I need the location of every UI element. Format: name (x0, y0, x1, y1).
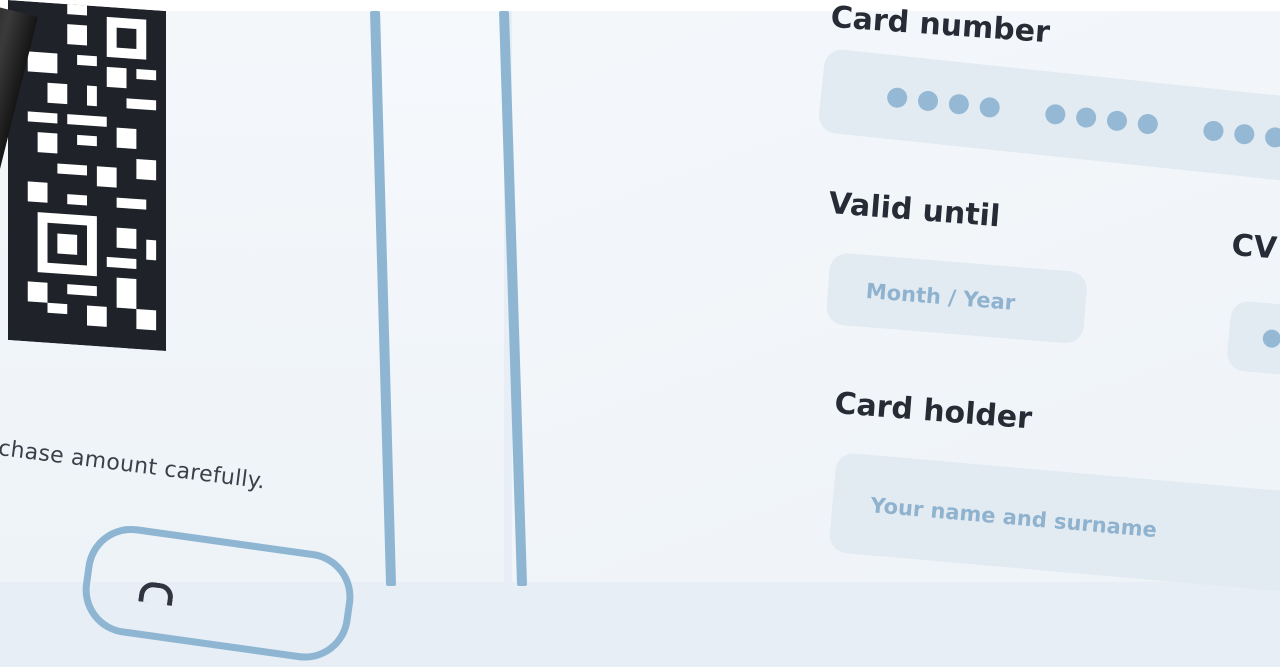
card-holder-placeholder: Your name and surname (869, 493, 1158, 543)
qr-code-icon (8, 0, 166, 352)
device-gap (382, 11, 504, 582)
button-glyph (138, 580, 175, 606)
card-number-mask-group (1044, 103, 1159, 136)
cvv-field[interactable] (1225, 300, 1280, 377)
valid-until-placeholder: Month / Year (865, 278, 1017, 315)
cvv-label: CV (1230, 228, 1279, 267)
card-number-mask-group (1202, 119, 1280, 152)
card-number-mask-group (886, 86, 1001, 119)
top-strip (0, 0, 1280, 11)
cvv-mask-dot (1262, 328, 1280, 349)
